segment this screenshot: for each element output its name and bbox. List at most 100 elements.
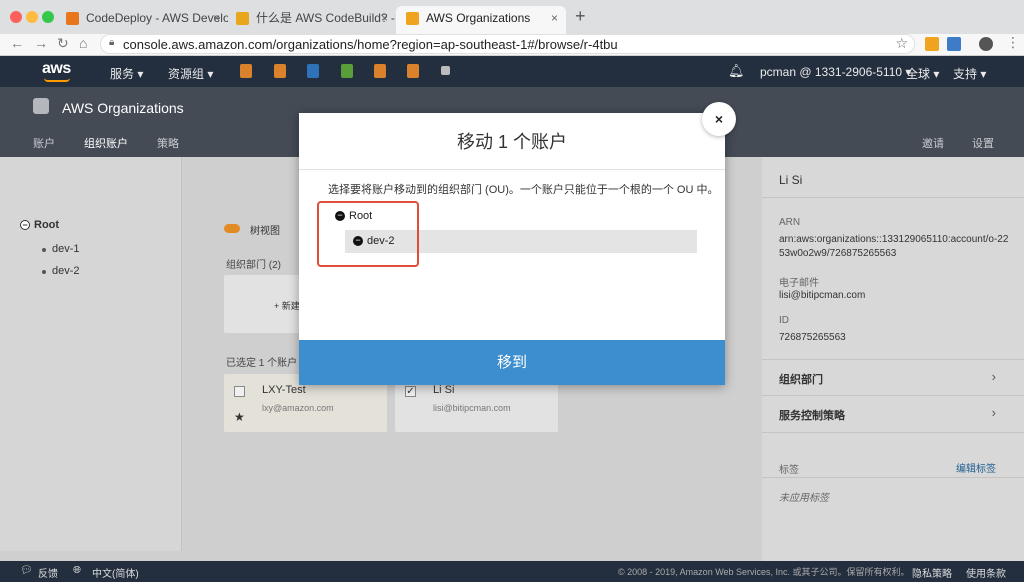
annotation-highlight-box (317, 201, 419, 267)
new-ou-label: + 新建 (274, 301, 300, 311)
terms-link[interactable]: 使用条款 (966, 565, 1006, 580)
feedback-icon[interactable]: 💬︎ (20, 565, 33, 576)
organizations-cube-icon (33, 98, 49, 114)
tree-node-dot (42, 270, 46, 274)
privacy-link[interactable]: 隐私策略 (912, 565, 952, 580)
copyright-text: © 2008 - 2019, Amazon Web Services, Inc.… (618, 567, 910, 577)
tab-settings[interactable]: 设置 (972, 135, 994, 151)
reload-icon[interactable]: ↻ (57, 35, 69, 52)
dialog-description: 选择要将账户移动到的组织部门 (OU)。一个账户只能位于一个根的一个 OU 中。 (328, 184, 719, 196)
chevron-right-icon[interactable]: › (992, 405, 996, 420)
services-menu[interactable]: 服务 ▾ (110, 65, 143, 82)
tab-accounts[interactable]: 账户 (33, 135, 55, 151)
extension-icon[interactable] (925, 37, 939, 51)
service-shortcut-icon[interactable] (407, 64, 419, 78)
detail-account-name: Li Si (779, 173, 803, 187)
account-email: lxy@amazon.com (262, 403, 334, 413)
service-shortcut-icon[interactable] (374, 64, 386, 78)
service-shortcut-icon[interactable] (307, 64, 319, 78)
account-details-panel: Li Si ARN arn:aws:organizations::1331290… (762, 157, 1024, 561)
home-icon[interactable]: ⌂ (79, 35, 87, 51)
account-menu[interactable]: pcman @ 1331-2906-5110 ▾ (760, 65, 911, 79)
pin-icon[interactable] (441, 66, 450, 75)
divider (762, 359, 1024, 360)
close-icon[interactable]: × (702, 102, 736, 136)
tab-invitations[interactable]: 邀请 (922, 135, 944, 151)
tab-title: AWS Organizations (426, 11, 531, 25)
aws-favicon-icon (236, 12, 249, 25)
browser-tab-codebuild[interactable]: 什么是 AWS CodeBuild? - AW × (226, 6, 396, 34)
globe-icon[interactable]: 🌐︎ (73, 565, 81, 576)
bookmark-star-icon[interactable]: ☆ (895, 35, 908, 52)
arn-value: 53w0o2w9/726875265563 (779, 248, 897, 259)
email-label: 电子邮件 (779, 278, 819, 289)
divider (762, 432, 1024, 433)
tab-title: CodeDeploy - AWS Developer (86, 11, 228, 25)
tab-close-icon[interactable]: × (551, 6, 558, 30)
move-button[interactable]: 移到 (299, 340, 725, 385)
profile-avatar-icon[interactable] (979, 37, 993, 51)
tree-item-dev-1[interactable]: dev-1 (52, 243, 80, 255)
language-selector[interactable]: 中文(简体) (92, 565, 139, 580)
tags-label: 标签 (779, 465, 799, 476)
service-shortcut-icon[interactable] (274, 64, 286, 78)
collapse-icon[interactable]: − (20, 220, 30, 231)
back-arrow-icon[interactable]: ← (10, 35, 24, 51)
ou-tree-panel: − Root dev-1 dev-2 (0, 157, 182, 551)
bell-icon[interactable]: 🔔︎ (728, 63, 745, 79)
account-checkbox[interactable]: ✓ (405, 386, 416, 397)
page-footer: 💬︎ 反馈 🌐︎ 中文(简体) © 2008 - 2019, Amazon We… (0, 561, 1024, 582)
tree-node-dot (42, 248, 46, 252)
new-ou-card[interactable]: + 新建 (224, 275, 304, 333)
scp-section[interactable]: 服务控制策略 (779, 407, 845, 423)
account-email: lisi@bitipcman.com (433, 403, 511, 413)
resource-groups-menu[interactable]: 资源组 ▾ (168, 65, 213, 82)
id-label: ID (779, 315, 789, 326)
divider (299, 169, 725, 170)
minimize-window-button[interactable] (26, 11, 38, 23)
email-value: lisi@bitipcman.com (779, 290, 866, 301)
tree-view-toggle[interactable] (224, 224, 240, 233)
tab-policies[interactable]: 策略 (157, 135, 179, 151)
account-checkbox[interactable] (234, 386, 245, 397)
aws-top-nav: aws 服务 ▾ 资源组 ▾ 🔔︎ pcman @ 1331-2906-5110… (0, 56, 1024, 87)
star-icon: ★ (234, 410, 245, 424)
browser-tab-organizations[interactable]: AWS Organizations × (396, 6, 566, 34)
arn-label: ARN (779, 217, 801, 228)
aws-favicon-icon (406, 12, 419, 25)
divider (762, 395, 1024, 396)
menu-kebab-icon[interactable]: ⋮ (1006, 34, 1020, 51)
service-shortcut-icon[interactable] (341, 64, 353, 78)
url-text: console.aws.amazon.com/organizations/hom… (123, 37, 618, 52)
url-input[interactable]: 🔒︎ console.aws.amazon.com/organizations/… (100, 34, 915, 54)
tree-item-dev-2[interactable]: dev-2 (52, 265, 80, 277)
support-menu[interactable]: 支持 ▾ (953, 65, 986, 82)
tree-view-label: 树视图 (250, 226, 280, 237)
tree-root-label: Root (34, 219, 60, 231)
aws-logo-smile (44, 78, 70, 82)
chevron-right-icon[interactable]: › (992, 369, 996, 384)
account-name: LXY-Test (262, 384, 306, 396)
extension-icon[interactable] (947, 37, 961, 51)
service-shortcut-icon[interactable] (240, 64, 252, 78)
maximize-window-button[interactable] (42, 11, 54, 23)
tab-close-icon[interactable]: × (213, 6, 220, 30)
forward-arrow-icon[interactable]: → (34, 35, 48, 51)
move-account-dialog: 移动 1 个账户 选择要将账户移动到的组织部门 (OU)。一个账户只能位于一个根… (299, 113, 725, 385)
tab-close-icon[interactable]: × (381, 6, 388, 30)
tree-root[interactable]: − Root (20, 219, 59, 231)
divider (762, 477, 1024, 478)
new-tab-button[interactable]: + (575, 6, 586, 27)
aws-logo[interactable]: aws (42, 60, 71, 78)
edit-tags-link[interactable]: 编辑标签 (956, 460, 996, 475)
region-menu[interactable]: 全球 ▾ (906, 65, 939, 82)
org-units-heading: 组织部门 (2) (226, 260, 281, 271)
browser-tab-codedeploy[interactable]: CodeDeploy - AWS Developer × (56, 6, 228, 34)
org-unit-section[interactable]: 组织部门 (779, 371, 823, 387)
close-window-button[interactable] (10, 11, 22, 23)
browser-tab-bar: CodeDeploy - AWS Developer × 什么是 AWS Cod… (0, 0, 1024, 34)
feedback-link[interactable]: 反馈 (38, 565, 58, 580)
id-value: 726875265563 (779, 332, 846, 343)
arn-value: arn:aws:organizations::133129065110:acco… (779, 234, 1009, 245)
dialog-title: 移动 1 个账户 (456, 132, 567, 152)
